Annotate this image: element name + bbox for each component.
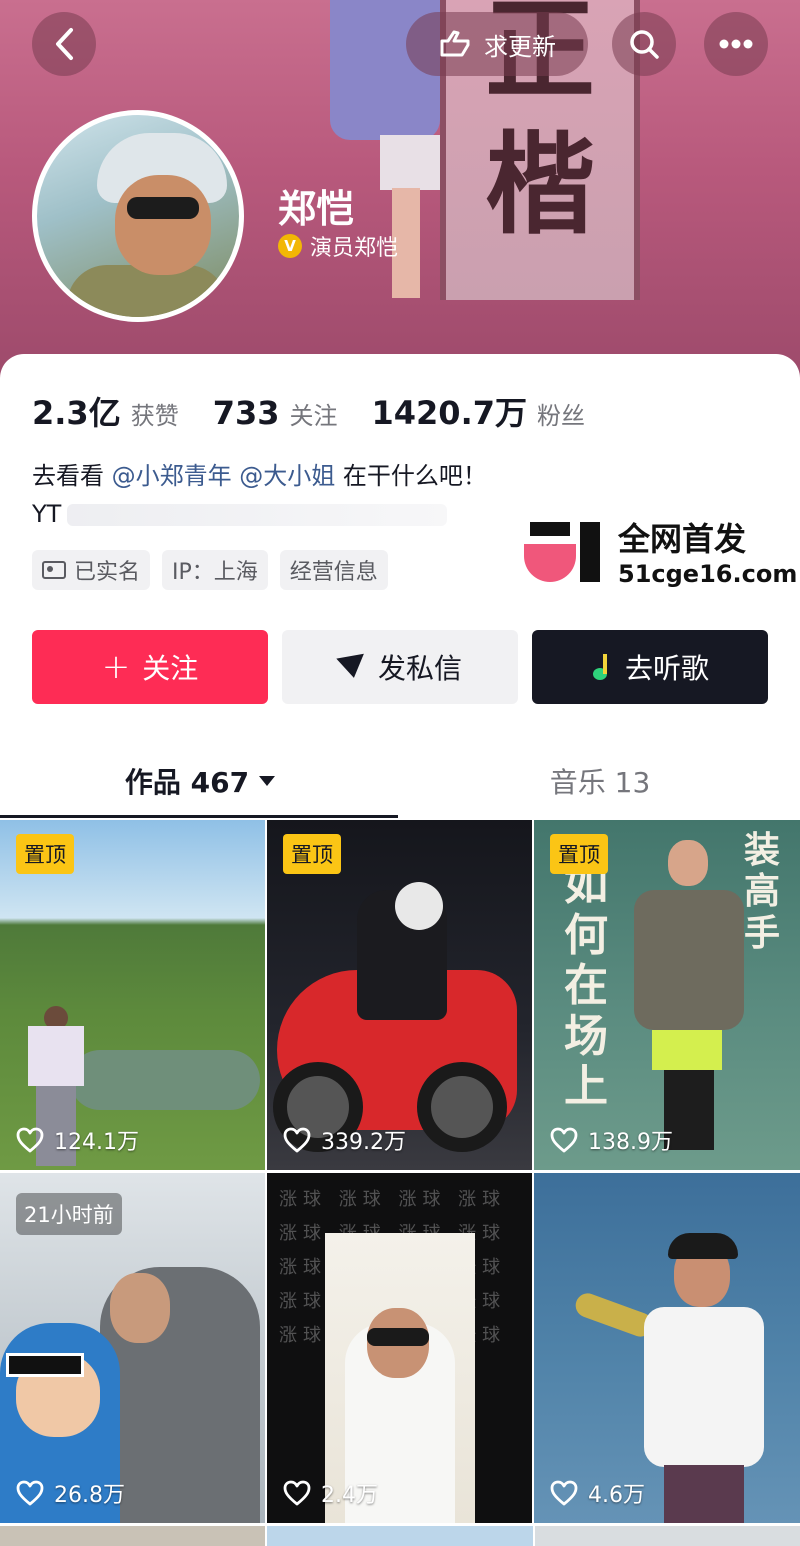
video-thumbnail[interactable]: 4.6万 [534,1173,800,1523]
like-count: 339.2万 [283,1124,406,1156]
stat-number: 1420.7万 [371,394,528,432]
like-count-text: 138.9万 [588,1130,673,1155]
timestamp-badge: 21小时前 [16,1193,122,1235]
message-button[interactable]: 发私信 [282,630,518,704]
video-thumbnail[interactable]: 置顶 124.1万 [0,820,265,1170]
like-count-text: 4.6万 [588,1483,645,1508]
heart-icon [16,1480,44,1506]
heart-icon [283,1127,311,1153]
stat-label: 粉丝 [537,402,585,430]
tag-business-info[interactable]: 经营信息 [279,550,388,590]
thumbnail-calligraphy: 装高手 [744,829,781,954]
like-count-text: 2.4万 [321,1483,378,1508]
follow-label: 关注 [142,652,199,685]
tag-label: 已实名 [74,560,141,585]
plus-icon: + [101,647,131,687]
like-count-text: 339.2万 [321,1130,406,1155]
tab-music-label: 音乐 13 [549,766,651,799]
video-grid: 置顶 124.1万 置顶 339.2万 如何在场上 装高手 置顶 138.9万 [0,820,800,1523]
music-label: 去听歌 [624,652,709,685]
more-icon [719,39,753,49]
heart-icon [283,1480,311,1506]
thumbnail-calligraphy: 如何在场上 [564,859,608,1113]
heart-icon [550,1480,578,1506]
content-tabs: 作品 467 音乐 13 [0,744,800,818]
mention-link[interactable]: @大小姐 [239,462,335,490]
profile-name: 郑恺 [278,187,355,231]
verification-label: V 演员郑恺 [278,230,398,262]
like-count-text: 124.1万 [54,1130,139,1155]
next-row-thumbnails[interactable] [0,1526,800,1546]
like-count: 2.4万 [283,1477,378,1509]
tab-music[interactable]: 音乐 13 [400,744,800,818]
follow-button[interactable]: + 关注 [32,630,268,704]
request-update-button[interactable]: 求更新 [406,12,588,76]
tab-works-label: 作品 467 [124,766,250,799]
like-count: 4.6万 [550,1477,645,1509]
request-update-label: 求更新 [484,32,556,61]
pinned-badge: 置顶 [16,834,74,874]
search-icon [630,30,659,59]
profile-tags: 已实名 IP：上海 经营信息 [32,550,388,590]
hand-pointer-icon [440,30,470,57]
stat-followers[interactable]: 1420.7万 粉丝 [372,388,586,434]
profile-banner: 正 楷 求更新 郑恺 V 演员郑恺 [0,0,800,380]
send-icon [336,653,368,681]
verification-text: 演员郑恺 [310,236,399,261]
pinned-badge: 置顶 [283,834,341,874]
avatar[interactable] [32,110,244,322]
like-count: 26.8万 [16,1477,125,1509]
bio-prefix: 去看看 [32,462,112,490]
heart-icon [550,1127,578,1153]
like-count: 124.1万 [16,1124,139,1156]
bio-line: 去看看 @小郑青年 @大小姐 在干什么吧！ [32,456,487,491]
search-button[interactable] [612,12,676,76]
video-thumbnail[interactable]: 如何在场上 装高手 置顶 138.9万 [534,820,800,1170]
listen-music-button[interactable]: 去听歌 [532,630,768,704]
pinned-badge: 置顶 [550,834,608,874]
caret-down-icon[interactable] [259,776,276,786]
back-button[interactable] [32,12,96,76]
id-card-icon [42,561,66,579]
stat-label: 获赞 [130,402,179,430]
back-icon [56,28,73,60]
video-thumbnail[interactable]: 涨球 涨球 涨球 涨球 涨球 涨球 涨球 涨球 涨球 涨球 涨球 涨球 涨球 涨… [267,1173,532,1523]
tag-label: 经营信息 [289,560,378,585]
verified-icon: V [278,234,302,258]
watermark-logo [524,518,604,584]
stat-number: 733 [212,394,280,432]
mention-link[interactable]: @小郑青年 [112,462,232,490]
stats-row: 2.3亿 获赞 733 关注 1420.7万 粉丝 [32,388,619,434]
stat-number: 2.3亿 [32,394,121,432]
stat-label: 关注 [289,402,338,430]
tag-verified-identity[interactable]: 已实名 [32,550,151,590]
more-button[interactable] [704,12,768,76]
action-buttons: + 关注 发私信 去听歌 [32,630,768,704]
bio-suffix: 在干什么吧！ [335,462,487,490]
blurred-text [67,504,448,526]
bio-line2-text: YT [32,500,62,528]
like-count: 138.9万 [550,1124,673,1156]
like-count-text: 26.8万 [54,1483,125,1508]
video-thumbnail[interactable]: 置顶 339.2万 [267,820,532,1170]
tag-ip-location[interactable]: IP：上海 [162,550,268,590]
video-thumbnail[interactable]: 21小时前 26.8万 [0,1173,265,1523]
profile-card: 2.3亿 获赞 733 关注 1420.7万 粉丝 去看看 @小郑青年 @大小姐… [0,354,800,1546]
bio-line-2: YT [32,500,448,528]
stat-following[interactable]: 733 关注 [213,394,338,432]
stat-likes: 2.3亿 获赞 [32,388,179,434]
watermark-line2: 51cge16.com [618,560,798,588]
music-note-icon [591,654,613,680]
watermark-line1: 全网首发 [618,520,747,558]
tab-works[interactable]: 作品 467 [0,744,400,818]
message-label: 发私信 [377,652,462,685]
tag-label: IP：上海 [172,560,258,585]
watermark: 全网首发 51cge16.com [524,514,797,588]
heart-icon [16,1127,44,1153]
banner-glyph: 楷 [485,120,595,249]
